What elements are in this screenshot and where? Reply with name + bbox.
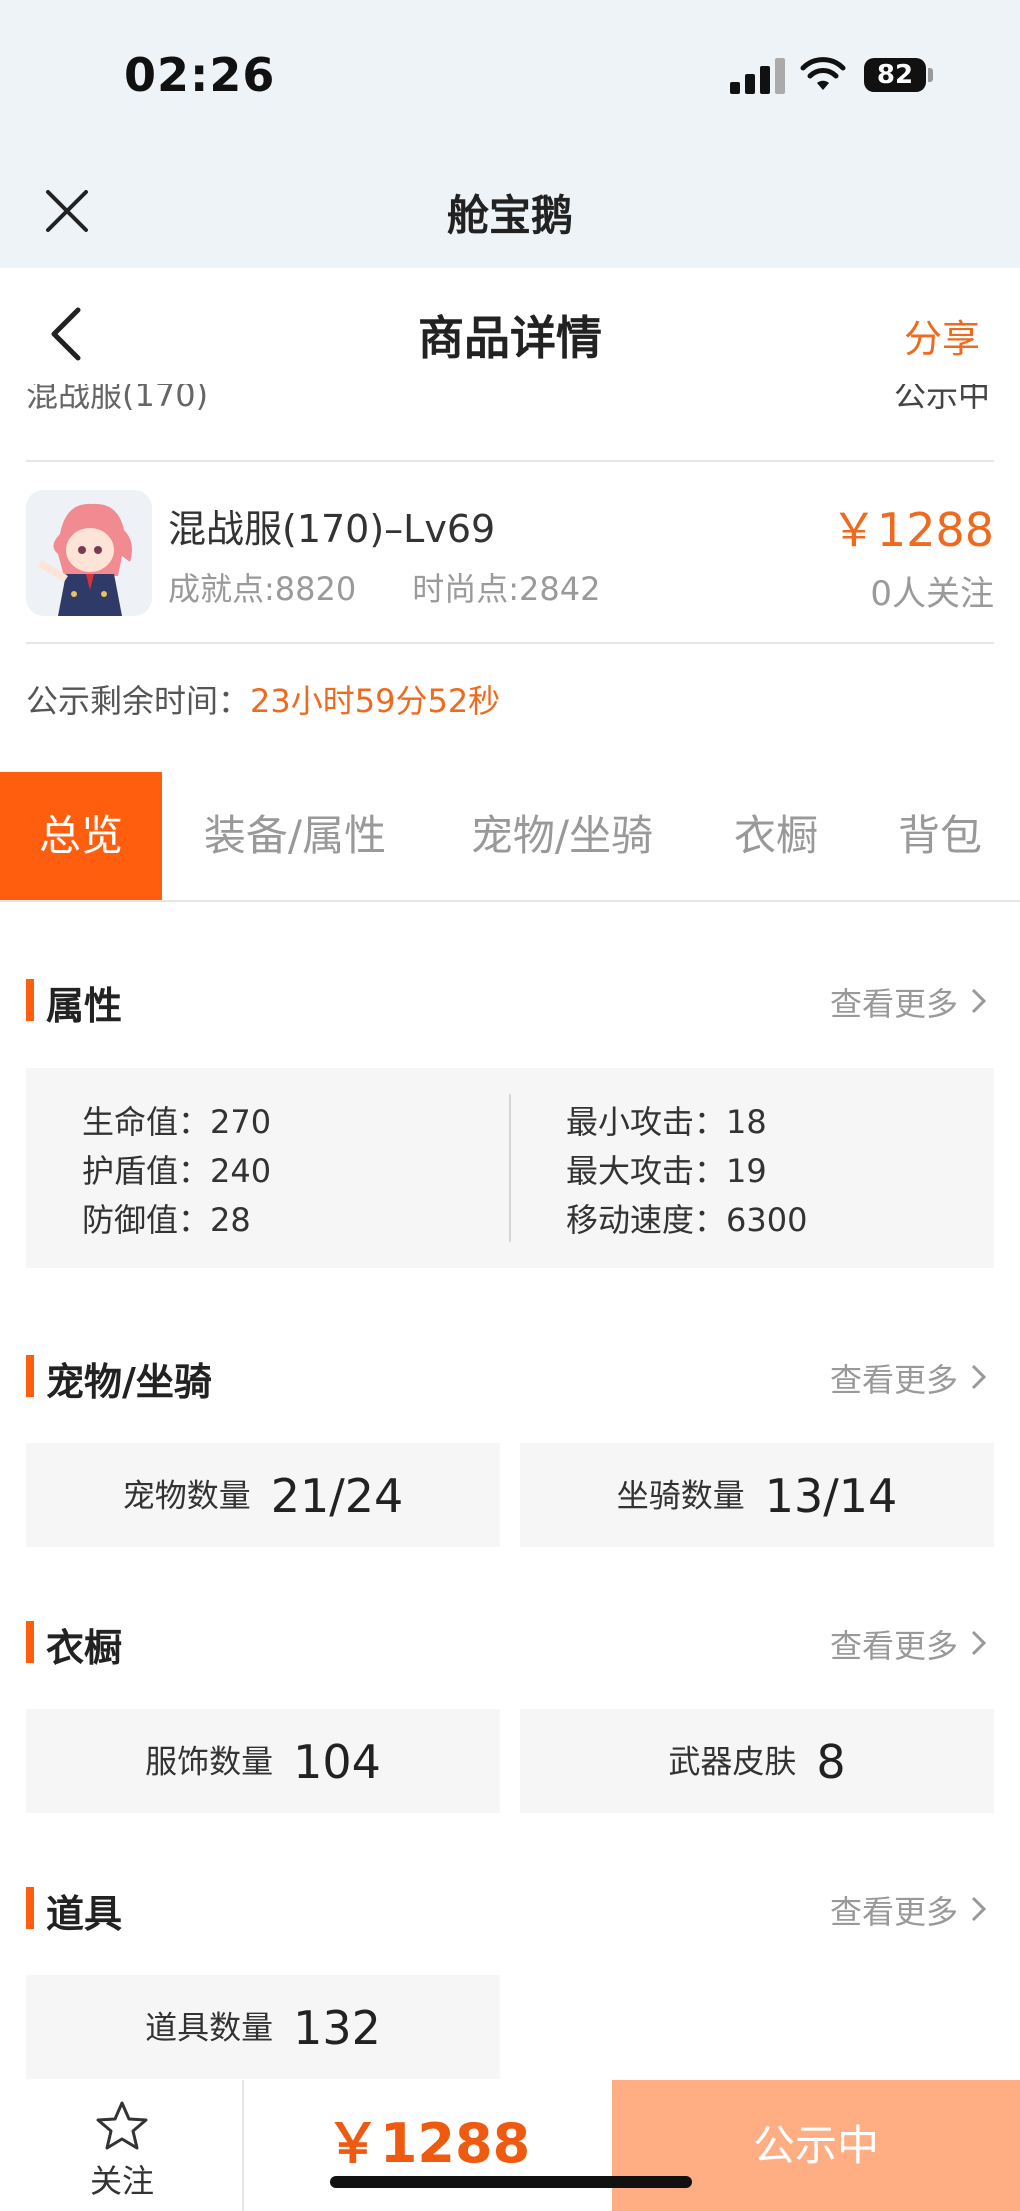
pets-section-header: 宠物/坐骑 查看更多: [0, 1351, 1020, 1404]
attribute-row: 最小攻击：18: [566, 1103, 767, 1141]
clipped-server-row: 混战服(170) 公示中: [0, 384, 1020, 412]
section-accent-bar: [26, 1355, 34, 1397]
fashion-points: 时尚点:2842: [412, 570, 601, 608]
bottom-action-bar: 关注 ￥1288 公示中: [0, 2080, 1020, 2211]
mount-count-card: 坐骑数量 13/14: [520, 1443, 994, 1547]
countdown-label: 公示剩余时间：: [26, 682, 251, 720]
pet-count-card: 宠物数量 21/24: [26, 1443, 500, 1547]
battery-nub: [928, 68, 933, 82]
bottom-price: ￥1288: [325, 2112, 531, 2175]
tab-backpack[interactable]: 背包: [878, 772, 1002, 900]
tab-pets[interactable]: 宠物/坐骑: [448, 772, 676, 900]
star-icon: [96, 2101, 148, 2150]
view-more-link[interactable]: 查看更多: [830, 979, 958, 1025]
countdown-value: 23小时59分52秒: [250, 682, 501, 720]
character-avatar: [26, 490, 152, 616]
clipped-server-name: 混战服(170): [26, 384, 209, 412]
section-accent-bar: [26, 979, 34, 1021]
wardrobe-section-header: 衣橱 查看更多: [0, 1617, 1020, 1670]
view-more-link[interactable]: 查看更多: [830, 1887, 958, 1933]
attribute-row: 护盾值：240: [82, 1152, 272, 1190]
section-accent-bar: [26, 1621, 34, 1663]
divider: [26, 642, 994, 644]
product-title: 混战服(170)–Lv69: [168, 507, 496, 551]
item-count-card: 道具数量 132: [26, 1975, 500, 2079]
chevron-right-icon[interactable]: [970, 1895, 988, 1923]
product-price: ￥1288: [830, 503, 994, 557]
cellular-signal-icon: [730, 58, 786, 94]
attribute-row: 最大攻击：19: [566, 1152, 767, 1190]
tab-wardrobe[interactable]: 衣橱: [714, 772, 838, 900]
achievement-points: 成就点:8820: [168, 570, 357, 608]
public-status-button[interactable]: 公示中: [612, 2080, 1020, 2211]
section-accent-bar: [26, 1887, 34, 1929]
status-time: 02:26: [124, 48, 276, 102]
tab-bar: 总览 装备/属性 宠物/坐骑 衣橱 背包: [0, 772, 1020, 902]
section-title: 衣橱: [46, 1626, 123, 1670]
product-card[interactable]: 混战服(170)–Lv69 成就点:8820 时尚点:2842 ￥1288 0人关…: [0, 490, 1020, 620]
attributes-section-header: 属性 查看更多: [0, 975, 1020, 1028]
product-stats: 成就点:8820 时尚点:2842: [168, 564, 656, 610]
view-more-link[interactable]: 查看更多: [830, 1355, 958, 1401]
status-bar: 02:26 82: [0, 0, 1020, 150]
follow-label: 关注: [89, 2162, 154, 2200]
section-title: 道具: [46, 1892, 123, 1936]
share-button[interactable]: 分享: [904, 308, 980, 363]
outfit-count-card: 服饰数量 104: [26, 1709, 500, 1813]
follow-button[interactable]: 关注: [0, 2080, 244, 2211]
page-title: 商品详情: [418, 311, 602, 365]
attribute-row: 防御值：28: [82, 1201, 251, 1239]
chevron-right-icon[interactable]: [970, 987, 988, 1015]
home-indicator: [330, 2176, 692, 2188]
view-more-link[interactable]: 查看更多: [830, 1621, 958, 1667]
chevron-right-icon[interactable]: [970, 1363, 988, 1391]
webview-header: 舱宝鹅: [0, 150, 1020, 268]
tab-equipment[interactable]: 装备/属性: [184, 772, 406, 900]
follower-count: 0人关注: [870, 574, 994, 614]
webview-title: 舱宝鹅: [446, 191, 573, 240]
divider: [26, 460, 994, 462]
attribute-row: 移动速度：6300: [566, 1201, 808, 1239]
attribute-row: 生命值：270: [82, 1103, 272, 1141]
attributes-divider: [509, 1094, 511, 1242]
chevron-right-icon[interactable]: [970, 1629, 988, 1657]
tab-overview[interactable]: 总览: [0, 772, 162, 900]
countdown: 公示剩余时间：23小时59分52秒: [26, 676, 500, 722]
section-title: 宠物/坐骑: [46, 1360, 212, 1404]
attributes-panel: 生命值：270 护盾值：240 防御值：28 最小攻击：18 最大攻击：19 移…: [26, 1068, 994, 1268]
weapon-skin-card: 武器皮肤 8: [520, 1709, 994, 1813]
attributes-left-column: 生命值：270 护盾值：240 防御值：28: [82, 1098, 271, 1245]
section-title: 属性: [46, 984, 123, 1028]
nav-bar: 商品详情 分享: [0, 268, 1020, 398]
clipped-status: 公示中: [893, 384, 990, 412]
attributes-right-column: 最小攻击：18 最大攻击：19 移动速度：6300: [566, 1098, 807, 1245]
battery-icon: 82: [864, 58, 926, 92]
items-section-header: 道具 查看更多: [0, 1883, 1020, 1936]
wifi-icon: [800, 57, 846, 90]
